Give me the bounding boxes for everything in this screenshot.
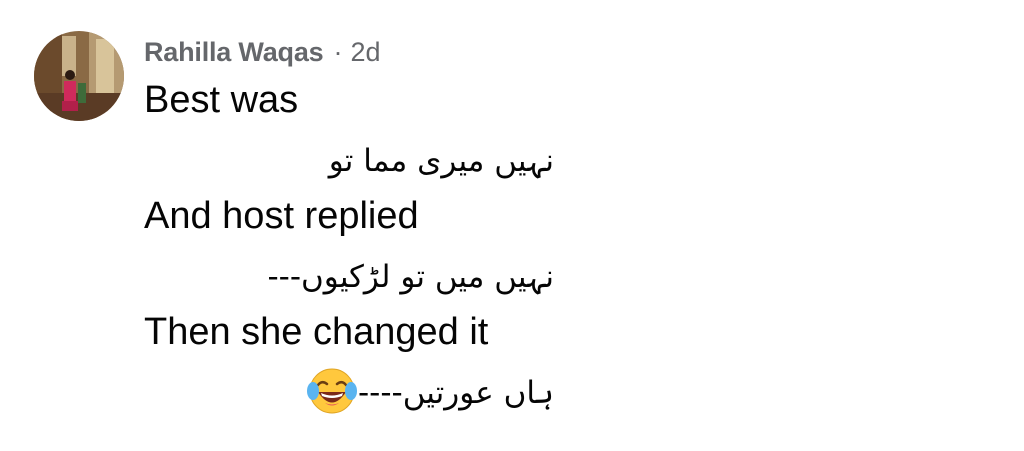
comment-meta: Rahilla Waqas · 2d — [144, 28, 564, 76]
comment-line-6: ہاں عورتیں---- — [144, 363, 554, 424]
comment-line-4: نہیں میں تو لڑکیوں--- — [267, 259, 554, 295]
comment-body: Best was نہیں میری مما تو And host repli… — [144, 70, 554, 424]
meta-separator: · — [333, 37, 343, 67]
comment-screen: Rahilla Waqas · 2d Best was نہیں میری مم… — [0, 0, 1024, 451]
comment-line-3: And host replied — [144, 195, 419, 237]
laughing-crying-emoji-icon — [306, 365, 358, 417]
author-name[interactable]: Rahilla Waqas — [144, 28, 324, 76]
avatar-photo — [34, 31, 124, 121]
avatar[interactable] — [34, 31, 124, 121]
comment-line-5: Then she changed it — [144, 311, 489, 353]
comment-line-2: نہیں میری مما تو — [328, 143, 554, 179]
comment-line-1: Best was — [144, 79, 299, 121]
comment-line-6-text: ہاں عورتیں---- — [357, 375, 554, 411]
comment: Rahilla Waqas · 2d Best was نہیں میری مم… — [144, 28, 564, 424]
comment-timestamp[interactable]: 2d — [350, 28, 380, 76]
